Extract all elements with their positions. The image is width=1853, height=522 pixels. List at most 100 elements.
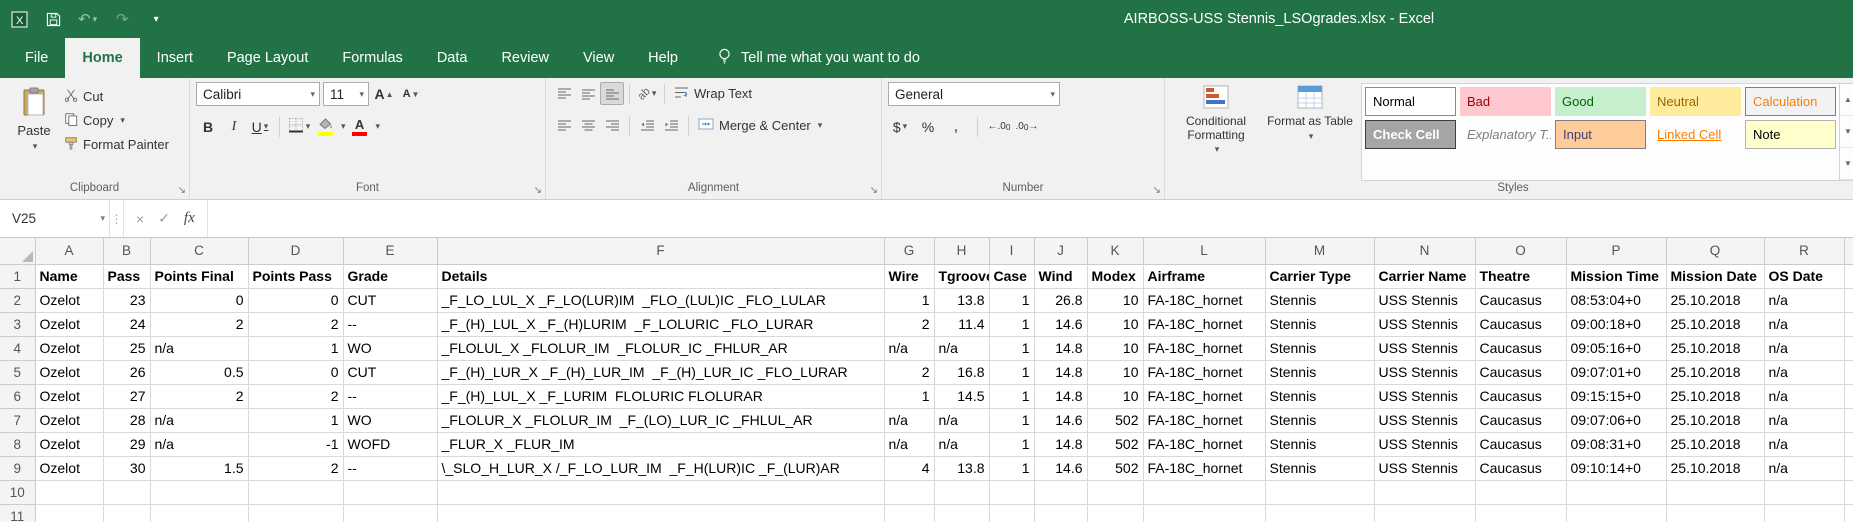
cell[interactable]: FA-18C_hornet [1143, 288, 1265, 312]
cell[interactable] [343, 504, 437, 522]
cell[interactable]: Ozelot [35, 360, 103, 384]
cell[interactable]: Mission Time [1566, 264, 1666, 288]
cell[interactable] [248, 480, 343, 504]
cell[interactable]: _F_(H)_LUL_X _F_(H)LURIM _F_LOLURIC _FLO… [437, 312, 884, 336]
format-painter-button[interactable]: Format Painter [62, 134, 171, 155]
copy-dropdown-icon[interactable]: ▾ [120, 115, 125, 126]
row-header-9[interactable]: 9 [0, 456, 35, 480]
cell[interactable]: n/a [1764, 456, 1844, 480]
copy-button[interactable]: Copy ▾ [62, 110, 171, 131]
cell[interactable]: Caucasus [1475, 288, 1566, 312]
tab-insert[interactable]: Insert [140, 38, 210, 78]
cell[interactable]: _FLUR_X _FLUR_IM [437, 432, 884, 456]
cell[interactable]: 26.8 [1034, 288, 1087, 312]
conditional-formatting-button[interactable]: Conditional Formatting ▾ [1169, 81, 1263, 181]
tab-formulas[interactable]: Formulas [325, 38, 419, 78]
cell[interactable]: FA-18C_hornet [1143, 384, 1265, 408]
column-header-M[interactable]: M [1265, 238, 1374, 264]
cell[interactable]: 09:08:31+0 [1566, 432, 1666, 456]
cell[interactable]: n/a [884, 336, 934, 360]
cell[interactable]: n/a [150, 408, 248, 432]
column-header-D[interactable]: D [248, 238, 343, 264]
font-color-dropdown-icon[interactable]: ▾ [376, 121, 381, 132]
cell[interactable]: 10 [1087, 336, 1143, 360]
cell[interactable]: -- [343, 456, 437, 480]
cell[interactable]: Wind [1034, 264, 1087, 288]
insert-function-button[interactable]: fx [184, 210, 195, 227]
decrease-indent-button[interactable] [635, 114, 659, 137]
cell[interactable]: 1 [989, 408, 1034, 432]
cell[interactable]: Pass [103, 264, 150, 288]
row-header-6[interactable]: 6 [0, 384, 35, 408]
align-top-button[interactable] [552, 82, 576, 105]
tab-view[interactable]: View [566, 38, 631, 78]
cell[interactable] [1475, 504, 1566, 522]
cell[interactable]: _F_(H)_LUL_X _F_LURIM FLOLURIC FLOLURAR [437, 384, 884, 408]
style-cell[interactable]: Linked Cell [1650, 120, 1741, 149]
cell[interactable] [343, 480, 437, 504]
cell[interactable] [1374, 504, 1475, 522]
underline-button[interactable]: U▾ [248, 115, 272, 138]
cell[interactable]: n/a [1764, 336, 1844, 360]
cell[interactable] [1566, 504, 1666, 522]
cell[interactable]: 14.5 [934, 384, 989, 408]
cell[interactable]: n/a [884, 432, 934, 456]
cell[interactable]: 30 [103, 456, 150, 480]
cell[interactable]: 2 [248, 312, 343, 336]
style-cell[interactable]: Explanatory T... [1460, 120, 1551, 149]
cell[interactable]: USS Stennis [1374, 456, 1475, 480]
cell[interactable] [1844, 288, 1853, 312]
column-header-Q[interactable]: Q [1666, 238, 1764, 264]
comma-style-button[interactable]: , [944, 115, 968, 138]
cell[interactable]: n/a [934, 432, 989, 456]
cell[interactable]: 1 [989, 360, 1034, 384]
cell[interactable]: 25 [103, 336, 150, 360]
column-header-R[interactable]: R [1764, 238, 1844, 264]
tab-page-layout[interactable]: Page Layout [210, 38, 325, 78]
column-header-H[interactable]: H [934, 238, 989, 264]
cell[interactable] [103, 480, 150, 504]
cell[interactable] [989, 504, 1034, 522]
cell[interactable]: _FLOLUL_X _FLOLUR_IM _FLOLUR_IC _FHLUR_A… [437, 336, 884, 360]
row-header-2[interactable]: 2 [0, 288, 35, 312]
cell[interactable]: 25.10.2018 [1666, 360, 1764, 384]
cell[interactable] [437, 504, 884, 522]
cell[interactable] [1844, 264, 1853, 288]
font-dialog-launcher[interactable]: ↘ [534, 186, 542, 196]
cell[interactable]: WO [343, 336, 437, 360]
cell[interactable] [1764, 504, 1844, 522]
cell[interactable]: _F_(H)_LUR_X _F_(H)_LUR_IM _F_(H)_LUR_IC… [437, 360, 884, 384]
redo-button[interactable]: ↷ [113, 9, 131, 29]
column-header-K[interactable]: K [1087, 238, 1143, 264]
cell[interactable]: 09:00:18+0 [1566, 312, 1666, 336]
cell[interactable] [884, 480, 934, 504]
tab-home[interactable]: Home [65, 38, 139, 78]
cell[interactable]: 502 [1087, 456, 1143, 480]
cell[interactable] [437, 480, 884, 504]
cell[interactable]: 14.6 [1034, 408, 1087, 432]
column-header-L[interactable]: L [1143, 238, 1265, 264]
cell[interactable]: Stennis [1265, 456, 1374, 480]
cell[interactable]: Stennis [1265, 336, 1374, 360]
column-header-B[interactable]: B [103, 238, 150, 264]
number-dialog-launcher[interactable]: ↘ [1153, 186, 1161, 196]
cell[interactable]: 09:10:14+0 [1566, 456, 1666, 480]
cell[interactable]: 502 [1087, 432, 1143, 456]
align-center-button[interactable] [576, 114, 600, 137]
cell[interactable]: 13.8 [934, 288, 989, 312]
cell[interactable] [1666, 504, 1764, 522]
orientation-button[interactable]: ab▾ [635, 82, 659, 105]
cell[interactable]: 1 [248, 336, 343, 360]
cell[interactable]: Caucasus [1475, 384, 1566, 408]
increase-indent-button[interactable] [659, 114, 683, 137]
cell[interactable]: 09:05:16+0 [1566, 336, 1666, 360]
cell[interactable]: CUT [343, 288, 437, 312]
row-header-3[interactable]: 3 [0, 312, 35, 336]
cell[interactable]: Airframe [1143, 264, 1265, 288]
cell[interactable] [884, 504, 934, 522]
cell[interactable]: OS Date [1764, 264, 1844, 288]
cell[interactable]: 13.8 [934, 456, 989, 480]
cell[interactable]: 25.10.2018 [1666, 288, 1764, 312]
cell[interactable]: USS Stennis [1374, 288, 1475, 312]
column-header-F[interactable]: F [437, 238, 884, 264]
